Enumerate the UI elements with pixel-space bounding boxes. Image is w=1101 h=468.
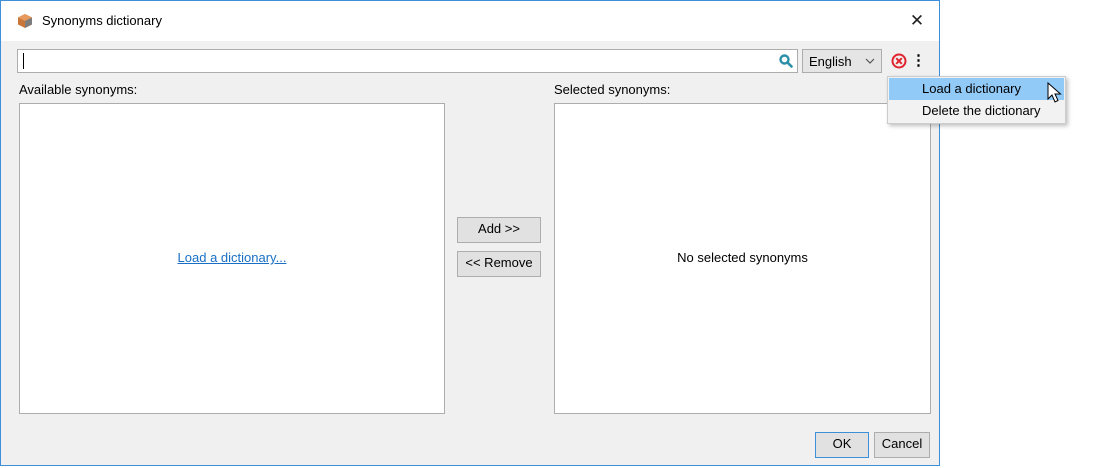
load-dictionary-link[interactable]: Load a dictionary... xyxy=(20,250,444,265)
window-title: Synonyms dictionary xyxy=(42,13,162,28)
options-menu: Load a dictionary Delete the dictionary xyxy=(887,76,1066,124)
title-bar: Synonyms dictionary ✕ xyxy=(1,1,939,41)
search-icon[interactable] xyxy=(779,54,793,68)
add-button[interactable]: Add >> xyxy=(457,217,541,243)
search-input[interactable] xyxy=(17,49,798,73)
selected-synonyms-list[interactable]: No selected synonyms xyxy=(554,103,931,414)
available-synonyms-label: Available synonyms: xyxy=(19,82,138,97)
cube-icon xyxy=(18,14,32,28)
close-icon[interactable]: ✕ xyxy=(905,9,929,33)
ok-button[interactable]: OK xyxy=(815,432,869,458)
empty-state-text: No selected synonyms xyxy=(677,250,808,265)
available-synonyms-list[interactable]: Load a dictionary... xyxy=(19,103,445,414)
more-vertical-icon[interactable]: ⋮ xyxy=(911,51,926,71)
menu-item-load-dictionary[interactable]: Load a dictionary xyxy=(889,78,1064,100)
clear-icon[interactable] xyxy=(891,53,907,69)
mouse-pointer-icon xyxy=(1047,82,1062,103)
chevron-down-icon xyxy=(865,58,875,64)
synonyms-dialog: Synonyms dictionary ✕ English ⋮ Availabl… xyxy=(0,0,940,466)
language-value: English xyxy=(809,54,852,69)
text-caret xyxy=(23,53,24,69)
cancel-button[interactable]: Cancel xyxy=(874,432,930,458)
remove-button[interactable]: << Remove xyxy=(457,251,541,277)
language-select[interactable]: English xyxy=(802,49,882,73)
selected-synonyms-label: Selected synonyms: xyxy=(554,82,671,97)
menu-item-delete-dictionary[interactable]: Delete the dictionary xyxy=(889,100,1064,122)
